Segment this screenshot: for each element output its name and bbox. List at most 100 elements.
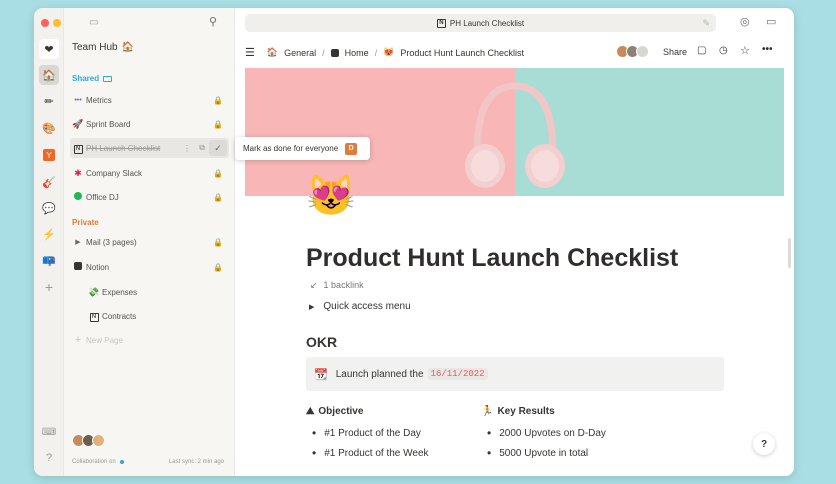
sidebar: ▭ ⚲ Team Hub 🏠 Shared ••• Metrics 🔒 🚀 Sp…	[64, 8, 235, 476]
mailbox-icon[interactable]: 📪	[39, 250, 59, 270]
lock-icon: 🔒	[213, 95, 223, 105]
slack-icon: ✱	[74, 167, 82, 178]
callout-block[interactable]: 📆 Launch planned the 16/11/2022	[306, 357, 724, 391]
backlink[interactable]: ↙ 1 backlink	[310, 280, 364, 291]
minimize-window-button[interactable]	[53, 19, 61, 27]
guitar-icon[interactable]: 🎸	[39, 172, 59, 192]
pencil-icon[interactable]: ✏	[39, 91, 59, 111]
cat-emoji-icon: 😻	[383, 47, 395, 57]
search-icon[interactable]: ⚲	[209, 15, 217, 28]
link-icon[interactable]: ⧉	[199, 143, 205, 153]
launch-date: 16/11/2022	[427, 368, 488, 380]
target-icon[interactable]: ◎	[740, 15, 750, 28]
sidebar-item-mail[interactable]: ▶ Mail (3 pages) 🔒	[70, 232, 229, 252]
close-window-button[interactable]	[41, 19, 49, 27]
sidebar-item-ph-launch-checklist[interactable]: N PH Launch Checklist ⋮ ⧉ ✓	[70, 138, 229, 158]
lock-icon: 🔒	[213, 262, 223, 272]
objective-heading: ⛰ Objective	[306, 406, 364, 417]
help-button[interactable]: ?	[753, 433, 775, 455]
menu-icon[interactable]: ☰	[245, 46, 255, 59]
lightning-icon[interactable]: ⚡	[39, 224, 59, 244]
triangle-right-icon[interactable]: ▶	[309, 303, 314, 311]
page-title[interactable]: Product Hunt Launch Checklist	[306, 244, 678, 273]
sidebar-item-contracts[interactable]: N Contracts	[86, 306, 229, 326]
spotify-icon	[70, 192, 86, 202]
status-dot	[119, 460, 124, 464]
comment-icon[interactable]: ▢	[697, 45, 706, 56]
house-icon[interactable]: 🏠	[39, 65, 59, 85]
mark-done-tooltip: Mark as done for everyone D	[235, 137, 370, 160]
app-window: ❤ 🏠 ✏ 🎨 Y 🎸 💬 ⚡ 📪 + ⌨ ? ▭ ⚲ Team Hub 🏠 S…	[34, 8, 794, 476]
sidebar-item-metrics[interactable]: ••• Metrics 🔒	[70, 90, 229, 110]
private-section-label: Private	[72, 218, 99, 227]
sidebar-item-office-dj[interactable]: Office DJ 🔒	[70, 187, 229, 207]
more-icon[interactable]: ⋮	[183, 144, 191, 153]
bars-icon: •••	[74, 96, 82, 104]
house-icon: 🏠	[121, 42, 135, 53]
star-icon[interactable]: ☆	[740, 44, 750, 57]
main-content: N PH Launch Checklist ✎ ◎ ▭ ☰ 🏠 General …	[235, 8, 794, 476]
scrollbar[interactable]	[788, 238, 791, 268]
sidebar-toggle-icon[interactable]: ▭	[89, 17, 98, 28]
notion-app-icon	[330, 48, 339, 57]
headphones-icon	[465, 82, 565, 188]
workspace-title[interactable]: Team Hub 🏠	[72, 42, 134, 53]
lock-icon: 🔒	[213, 119, 223, 129]
url-bar[interactable]: N PH Launch Checklist ✎	[245, 14, 716, 32]
chevron-right-icon[interactable]: ▶	[70, 238, 86, 246]
keyboard-icon[interactable]: ⌨	[39, 422, 59, 442]
notion-icon: N	[86, 310, 102, 322]
running-icon: 🏃	[481, 406, 494, 417]
avatar	[92, 434, 105, 447]
new-page-button[interactable]: + New Page	[70, 330, 229, 350]
sidebar-item-sprint-board[interactable]: 🚀 Sprint Board 🔒	[70, 114, 229, 134]
history-icon[interactable]: ◷	[719, 45, 728, 56]
shared-section-label: Shared	[72, 74, 113, 83]
lock-icon: 🔒	[213, 192, 223, 202]
edit-icon[interactable]: ✎	[702, 18, 710, 29]
toggle-block[interactable]: ▶ Quick access menu	[309, 301, 411, 312]
palette-icon[interactable]: 🎨	[39, 118, 59, 138]
rocket-icon: 🚀	[72, 118, 84, 129]
list-item[interactable]: 2000 Upvotes on D-Day	[487, 426, 606, 440]
page-collaborators[interactable]	[616, 45, 649, 58]
sidebar-item-notion[interactable]: Notion 🔒	[70, 257, 229, 277]
more-icon[interactable]: •••	[762, 44, 773, 55]
help-circle-icon[interactable]: ?	[39, 448, 59, 468]
chat-icon[interactable]: 💬	[39, 198, 59, 218]
lock-icon: 🔒	[213, 168, 223, 178]
heading-okr: OKR	[306, 334, 338, 350]
sidebar-item-expenses[interactable]: 💸 Expenses	[86, 282, 229, 302]
notion-icon: N	[70, 142, 86, 154]
workspace-rail: ❤ 🏠 ✏ 🎨 Y 🎸 💬 ⚡ 📪 + ⌨ ?	[34, 8, 73, 476]
lock-icon: 🔒	[213, 237, 223, 247]
last-sync: Last sync: 2 min ago	[168, 459, 224, 465]
heart-icon[interactable]: ❤	[39, 39, 59, 59]
sidebar-item-company-slack[interactable]: ✱ Company Slack 🔒	[70, 163, 229, 183]
add-workspace-icon[interactable]: +	[39, 277, 59, 297]
collaborator-avatars[interactable]	[72, 434, 105, 447]
mark-done-check-icon[interactable]: ✓	[209, 140, 227, 156]
list-item[interactable]: #1 Product of the Day	[312, 426, 421, 440]
list-item[interactable]: 5000 Upvote in total	[487, 446, 588, 460]
calendar-icon: 📆	[314, 368, 328, 381]
shortcut-badge: D	[345, 142, 358, 155]
plus-icon: +	[74, 334, 82, 346]
key-results-heading: 🏃 Key Results	[481, 406, 555, 417]
shared-icon	[103, 75, 113, 82]
breadcrumb-general[interactable]: General	[284, 48, 316, 58]
money-icon: 💸	[88, 286, 100, 297]
house-icon: 🏠	[266, 47, 279, 57]
arrow-icon: ↙	[310, 280, 318, 290]
breadcrumb-home[interactable]: Home	[345, 48, 369, 58]
breadcrumb: ☰ 🏠 General / Home / 😻 Product Hunt Laun…	[245, 46, 524, 59]
ycombinator-icon[interactable]: Y	[43, 149, 55, 161]
breadcrumb-current[interactable]: Product Hunt Launch Checklist	[400, 48, 524, 58]
panel-icon[interactable]: ▭	[766, 15, 776, 28]
page-icon[interactable]: 😻	[306, 174, 356, 218]
notion-icon: N	[436, 18, 446, 28]
mountain-icon: ⛰	[306, 406, 315, 417]
avatar	[636, 45, 649, 58]
list-item[interactable]: #1 Product of the Week	[312, 446, 428, 460]
share-button[interactable]: Share	[663, 47, 687, 57]
